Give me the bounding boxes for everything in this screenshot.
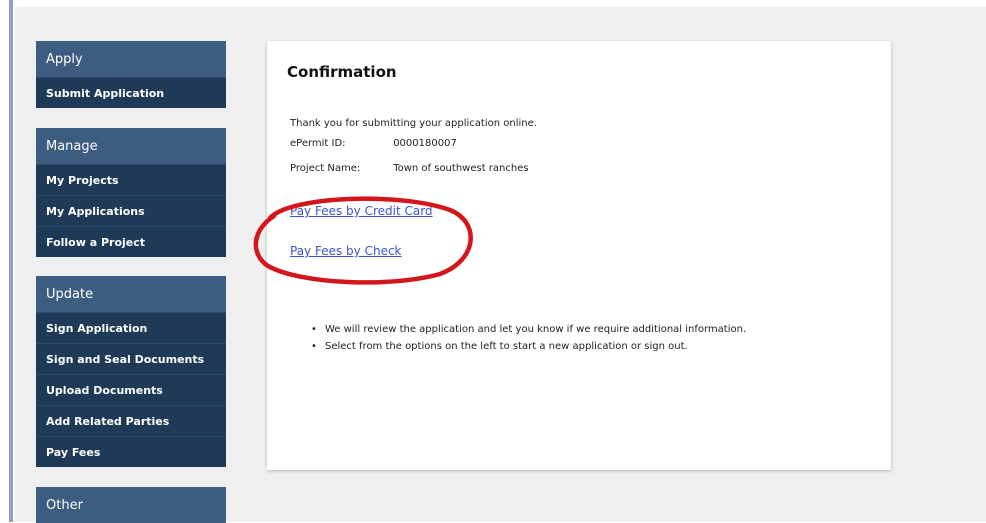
sidebar-header-update[interactable]: Update [36,276,226,312]
sidebar-item-my-projects[interactable]: My Projects [36,164,226,195]
sidebar-header-manage[interactable]: Manage [36,128,226,164]
sidebar-item-sign-application[interactable]: Sign Application [36,312,226,343]
sidebar-item-upload-documents[interactable]: Upload Documents [36,374,226,405]
sidebar-header-apply[interactable]: Apply [36,41,226,77]
pay-credit-card-link[interactable]: Pay Fees by Credit Card [290,204,433,218]
pay-check-link[interactable]: Pay Fees by Check [290,244,402,258]
project-name-row: Project Name: Town of southwest ranches [290,163,529,174]
sidebar-group-manage: Manage My Projects My Applications Follo… [36,128,226,257]
sidebar-item-submit-application[interactable]: Submit Application [36,77,226,108]
epermit-id-row: ePermit ID: 0000180007 [290,138,457,149]
project-name-label: Project Name: [290,163,361,174]
page-title: Confirmation [287,63,397,81]
epermit-id-value: 0000180007 [393,138,457,149]
sidebar-item-pay-fees[interactable]: Pay Fees [36,436,226,467]
left-border [9,0,13,522]
list-item: Select from the options on the left to s… [311,341,746,352]
project-name-value: Town of southwest ranches [393,163,529,174]
sidebar-item-my-applications[interactable]: My Applications [36,195,226,226]
sidebar-item-follow-project[interactable]: Follow a Project [36,226,226,257]
confirmation-panel: Confirmation Thank you for submitting yo… [267,41,891,470]
sidebar-group-update: Update Sign Application Sign and Seal Do… [36,276,226,467]
sidebar-header-other[interactable]: Other [36,487,226,523]
sidebar-item-sign-seal-documents[interactable]: Sign and Seal Documents [36,343,226,374]
info-notes-list: We will review the application and let y… [311,324,746,358]
sidebar-group-apply: Apply Submit Application [36,41,226,108]
list-item: We will review the application and let y… [311,324,746,335]
thank-you-message: Thank you for submitting your applicatio… [290,118,537,129]
sidebar-item-add-related-parties[interactable]: Add Related Parties [36,405,226,436]
sidebar-group-other: Other [36,487,226,523]
epermit-id-label: ePermit ID: [290,138,346,149]
